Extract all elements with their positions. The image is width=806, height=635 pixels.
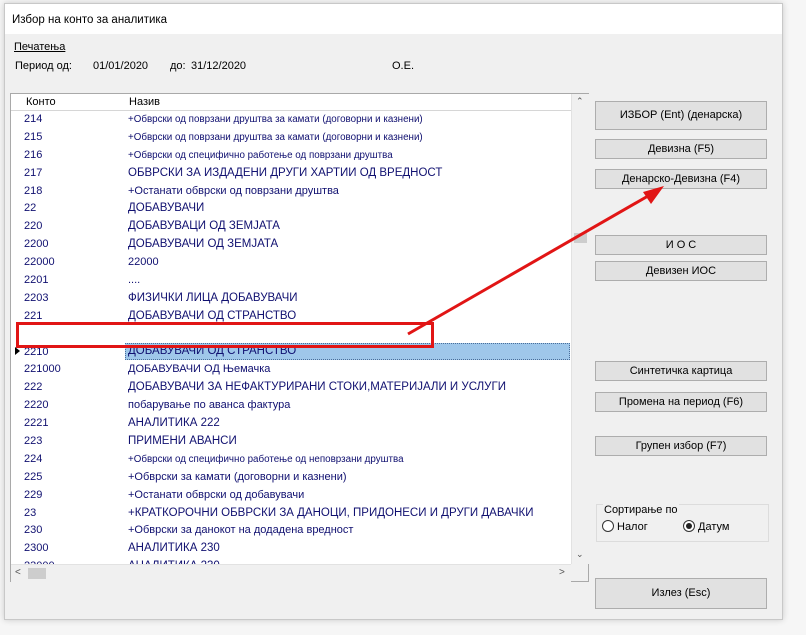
annotation-arrow-head bbox=[643, 186, 664, 204]
annotation-arrow bbox=[407, 186, 664, 336]
annotation-arrow-line bbox=[407, 194, 649, 336]
